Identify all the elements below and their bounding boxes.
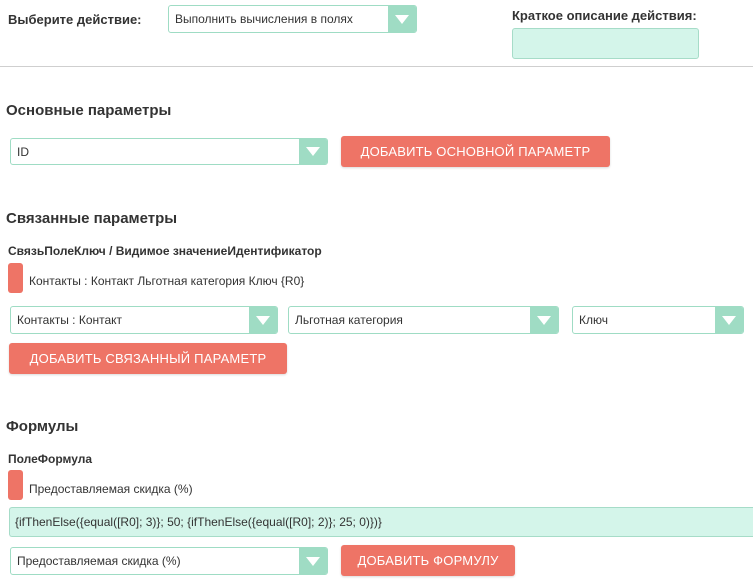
formulas-title: Формулы [6,418,79,435]
add-related-param-button[interactable]: ДОБАВИТЬ СВЯЗАННЫЙ ПАРАМЕТР [9,343,287,374]
related-key-select[interactable]: Ключ [572,306,744,334]
delete-related-row-button[interactable] [8,263,23,293]
chevron-down-icon[interactable] [388,6,416,32]
description-input[interactable] [512,28,699,59]
action-label: Выберите действие: [8,12,142,27]
formula-row-text: Предоставляемая скидка (%) [29,482,193,496]
formulas-columns-header: ПолеФормула [8,452,93,466]
chevron-down-icon[interactable] [530,307,558,333]
related-row-text: Контакты : Контакт Льготная категория Кл… [29,274,305,288]
chevron-down-icon[interactable] [299,548,327,574]
chevron-down-icon[interactable] [715,307,743,333]
add-main-param-button[interactable]: ДОБАВИТЬ ОСНОВНОЙ ПАРАМЕТР [341,136,610,167]
action-select[interactable]: Выполнить вычисления в полях [168,5,417,33]
action-select-value: Выполнить вычисления в полях [175,12,353,26]
formula-field-select[interactable]: Предоставляемая скидка (%) [10,547,328,575]
header-divider [0,66,753,67]
main-param-select[interactable]: ID [10,138,328,165]
formula-input[interactable]: {ifThenElse({equal([R0]; 3)}; 50; {ifThe… [9,507,753,537]
chevron-down-icon[interactable] [299,139,327,164]
main-param-select-value: ID [17,144,29,159]
related-params-title: Связанные параметры [6,210,178,227]
related-link-select[interactable]: Контакты : Контакт [10,306,278,334]
add-formula-button[interactable]: ДОБАВИТЬ ФОРМУЛУ [341,545,515,576]
description-label: Краткое описание действия: [512,8,697,23]
related-link-select-value: Контакты : Контакт [17,313,123,327]
related-field-select[interactable]: Льготная категория [288,306,559,334]
related-field-select-value: Льготная категория [295,313,403,327]
formula-input-value: {ifThenElse({equal([R0]; 3)}; 50; {ifThe… [15,515,382,529]
formula-field-select-value: Предоставляемая скидка (%) [17,554,181,568]
delete-formula-row-button[interactable] [8,470,23,500]
main-params-title: Основные параметры [6,102,172,119]
related-key-select-value: Ключ [579,313,608,327]
related-params-columns-header: СвязьПолеКлюч / Видимое значениеИдентифи… [8,244,322,258]
chevron-down-icon[interactable] [249,307,277,333]
